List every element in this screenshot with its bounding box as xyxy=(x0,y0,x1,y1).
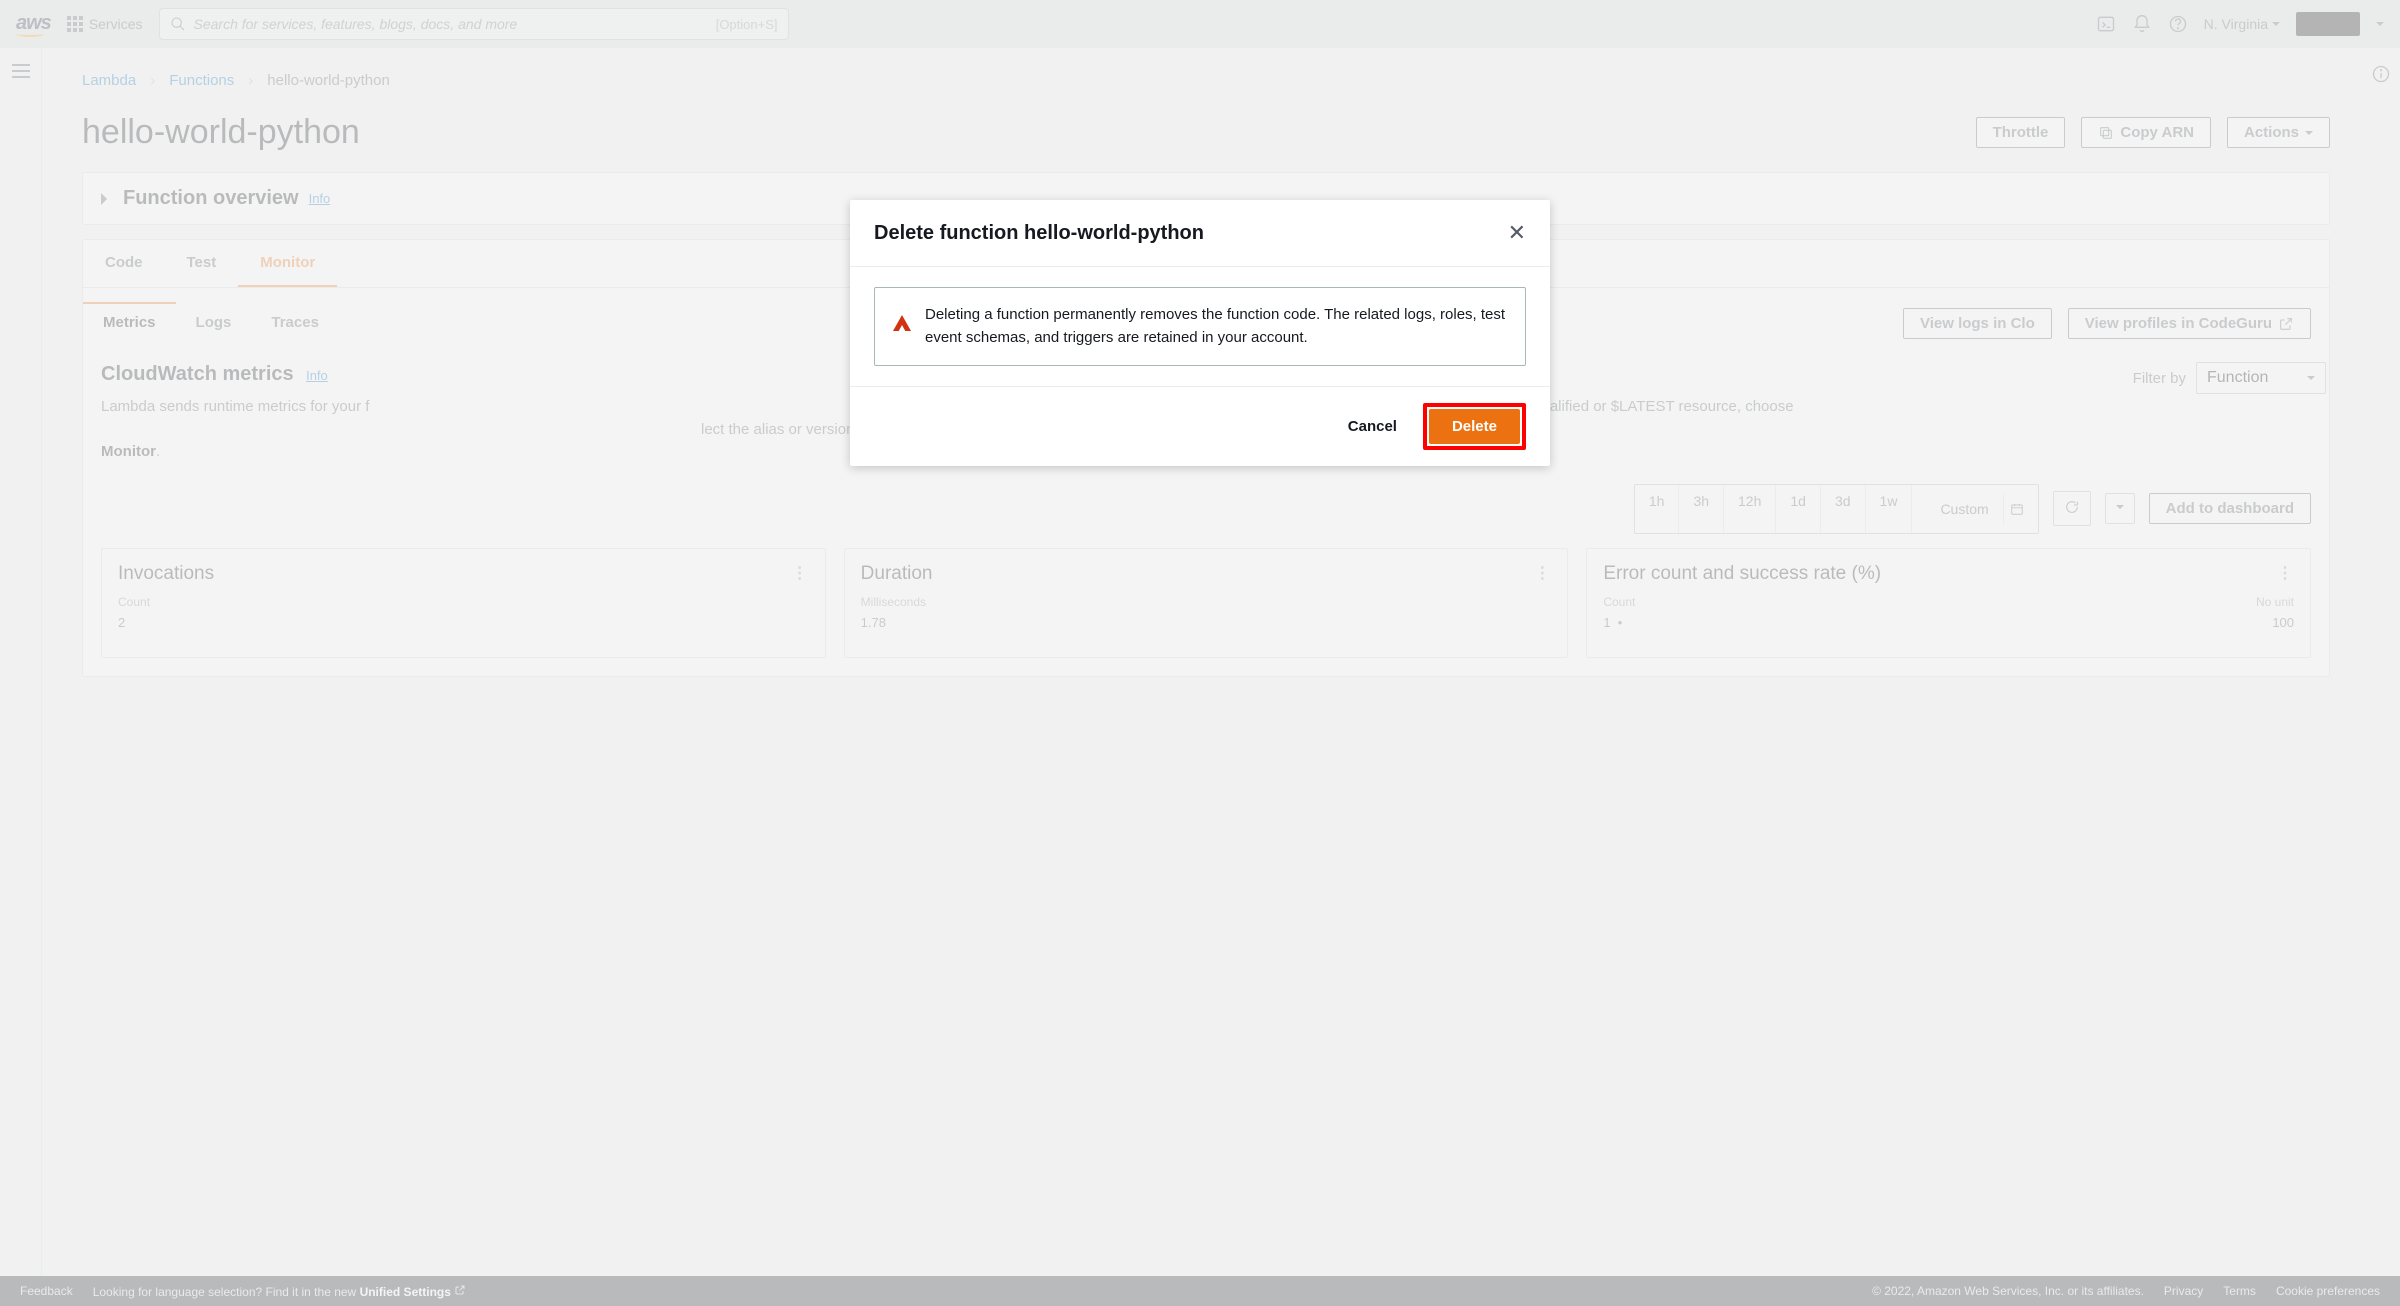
modal-title: Delete function hello-world-python xyxy=(874,222,1204,245)
modal-header: Delete function hello-world-python ✕ xyxy=(850,200,1550,267)
modal-footer: Cancel Delete xyxy=(850,387,1550,466)
warning-alert: Deleting a function permanently removes … xyxy=(874,287,1526,366)
delete-modal: Delete function hello-world-python ✕ Del… xyxy=(850,200,1550,466)
warning-text: Deleting a function permanently removes … xyxy=(925,304,1507,349)
cancel-button[interactable]: Cancel xyxy=(1336,410,1409,443)
delete-highlight: Delete xyxy=(1423,403,1526,450)
delete-button[interactable]: Delete xyxy=(1429,409,1520,444)
close-icon[interactable]: ✕ xyxy=(1508,220,1526,246)
modal-body: Deleting a function permanently removes … xyxy=(850,267,1550,387)
modal-backdrop: Delete function hello-world-python ✕ Del… xyxy=(0,0,2400,1306)
warning-icon xyxy=(893,306,911,331)
